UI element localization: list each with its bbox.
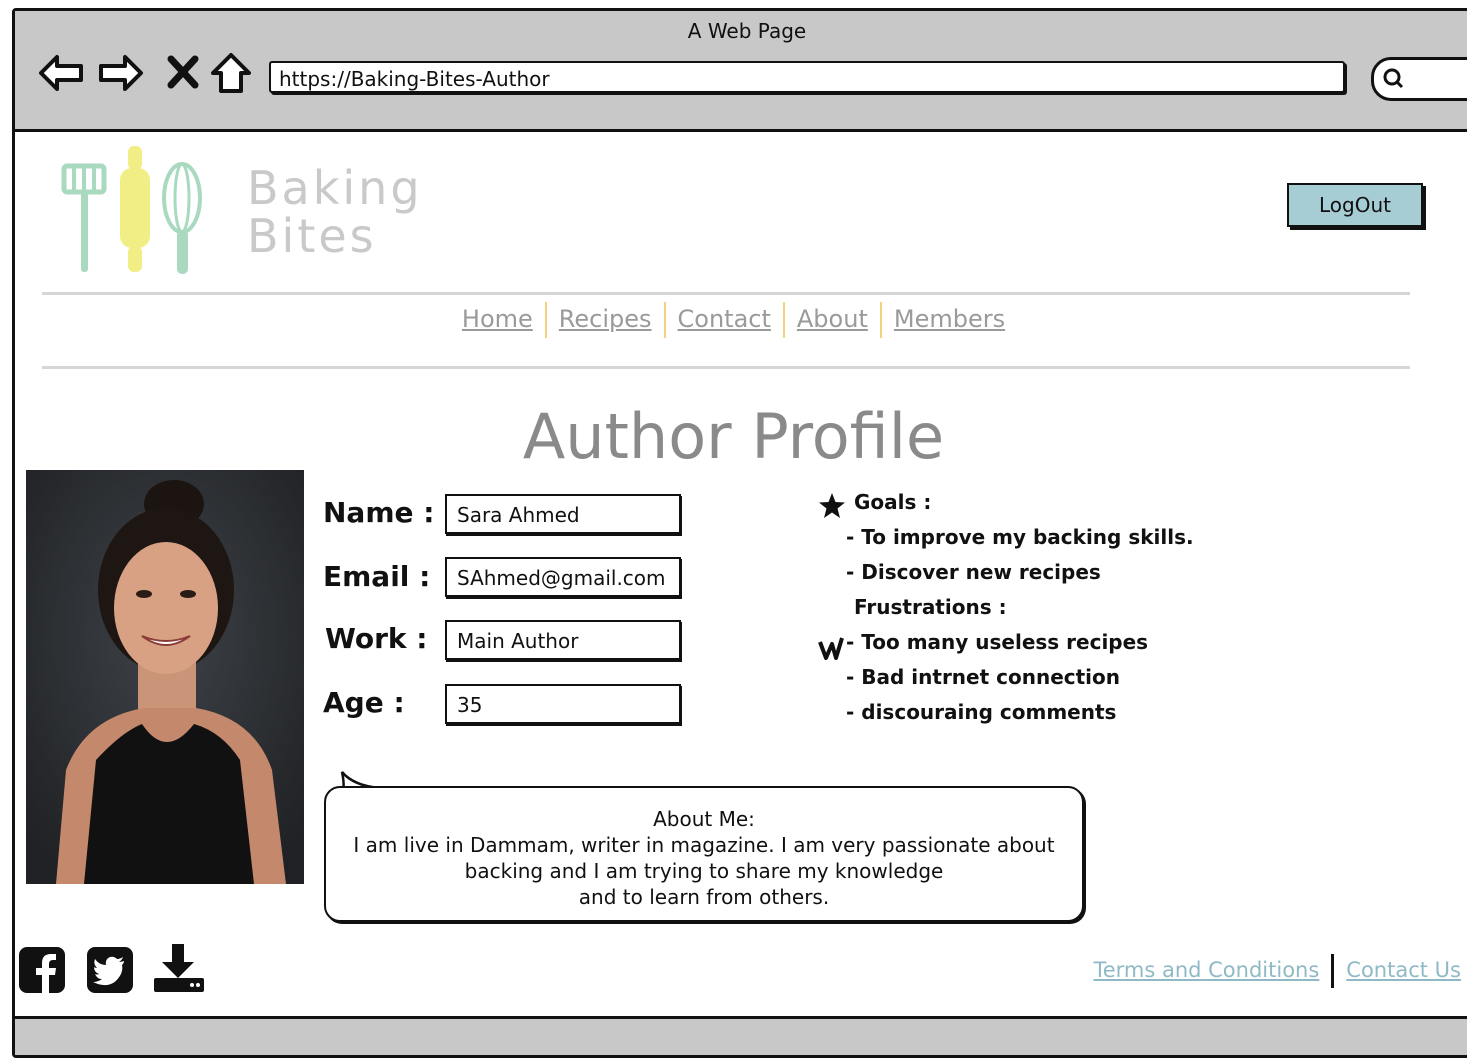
email-label: Email : [323,560,431,593]
nav-home[interactable]: Home [450,300,545,338]
close-x-icon[interactable] [163,49,211,97]
facebook-icon[interactable] [18,946,66,998]
forward-arrow-icon[interactable] [97,49,145,97]
nav-recipes[interactable]: Recipes [547,300,664,338]
window-title: A Web Page [687,19,807,43]
terms-link[interactable]: Terms and Conditions [1093,958,1319,982]
status-bar [15,1016,1467,1055]
browser-chrome: A Web Page https://Baking-Bites-Author [15,11,1467,132]
footer-links: Terms and Conditions Contact Us [1093,954,1461,988]
nav-members[interactable]: Members [882,300,1017,338]
nav-contact[interactable]: Contact [666,300,783,338]
work-field[interactable]: Main Author [445,620,681,660]
age-label: Age : [323,686,405,719]
kitchen-utensils-icon [61,146,202,274]
logo-text: Baking Bites [247,161,423,263]
twitter-icon[interactable] [86,946,134,998]
top-divider [42,292,1410,295]
goal-item: - To improve my backing skills. [846,525,1194,549]
age-field[interactable]: 35 [445,684,681,724]
browser-search-box[interactable] [1371,57,1467,101]
work-label: Work : [325,622,428,655]
contact-us-link[interactable]: Contact Us [1346,958,1461,982]
about-title: About Me: [653,807,755,831]
address-bar[interactable]: https://Baking-Bites-Author [269,61,1345,93]
star-icon [819,493,845,518]
nav-about[interactable]: About [785,300,880,338]
about-me-bubble: About Me: I am live in Dammam, writer in… [324,786,1084,922]
baking-bites-logo[interactable]: Baking Bites [50,138,420,278]
download-icon[interactable] [152,942,206,998]
email-field[interactable]: SAhmed@gmail.com [445,557,681,597]
nav-divider [42,366,1410,369]
page-title: Author Profile [522,400,945,473]
footer-separator [1331,954,1335,988]
main-nav: Home Recipes Contact About Members [0,300,1467,338]
name-label: Name : [323,496,435,529]
goal-item: - Discover new recipes [846,560,1101,584]
frustrations-title: Frustrations : [854,595,1007,619]
logout-button[interactable]: LogOut [1287,183,1423,227]
about-line: I am live in Dammam, writer in magazine.… [353,833,1055,857]
about-line: backing and I am trying to share my know… [464,859,944,883]
frustration-scribble-icon [818,637,844,660]
frustration-item: - Too many useless recipes [846,630,1149,654]
home-icon[interactable] [207,49,255,97]
frustration-item: - discouraing comments [846,700,1117,724]
search-icon [1383,68,1404,89]
author-photo [26,470,304,884]
goals-title: Goals : [854,490,932,514]
about-line: and to learn from others. [578,885,830,909]
name-field[interactable]: Sara Ahmed [445,494,681,534]
frustration-item: - Bad intrnet connection [846,665,1121,689]
back-arrow-icon[interactable] [37,49,85,97]
